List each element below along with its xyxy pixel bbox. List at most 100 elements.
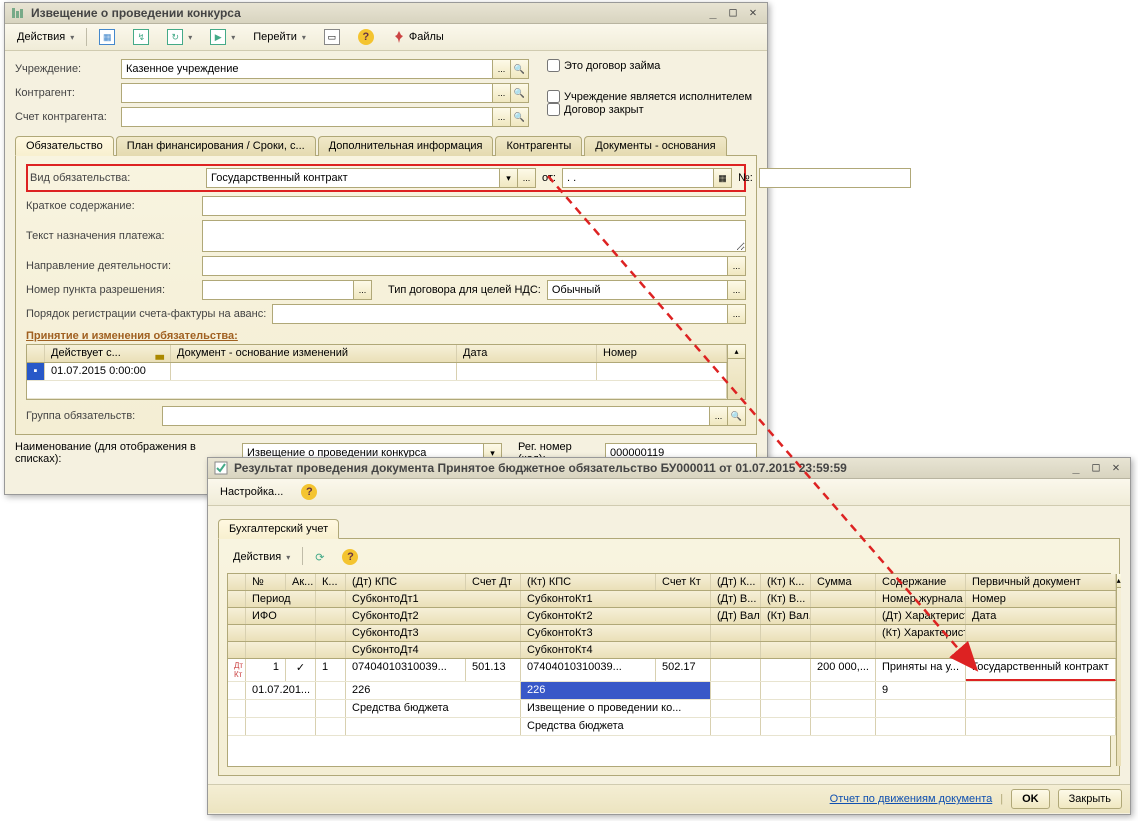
- nav-menu[interactable]: Перейти: [247, 29, 312, 45]
- th-num[interactable]: Номер: [966, 591, 1116, 607]
- th-dtv[interactable]: (Дт) В...: [711, 591, 761, 607]
- th-schkt[interactable]: Счет Кт: [656, 574, 711, 590]
- help-btn2[interactable]: ?: [295, 482, 323, 502]
- actions-menu2[interactable]: Действия: [227, 547, 296, 567]
- icon-btn-4[interactable]: ▶: [204, 27, 241, 47]
- th-ktk[interactable]: (Кт) К...: [761, 574, 811, 590]
- th-sdt3[interactable]: СубконтоДт3: [346, 625, 521, 641]
- contractor-select-btn[interactable]: ...: [493, 83, 511, 103]
- closed-checkbox[interactable]: [547, 103, 560, 116]
- th-num[interactable]: Номер: [597, 345, 727, 362]
- tab-obligation[interactable]: Обязательство: [15, 136, 114, 156]
- th-schdt[interactable]: Счет Дт: [466, 574, 521, 590]
- th-ifo[interactable]: ИФО: [246, 608, 316, 624]
- table-scrollbar[interactable]: ▴: [727, 345, 745, 399]
- tab-plan[interactable]: План финансирования / Сроки, с...: [116, 136, 316, 156]
- minimize-button2[interactable]: _: [1068, 461, 1084, 475]
- table-row[interactable]: ▪ 01.07.2015 0:00:00: [27, 363, 727, 381]
- acct-search-btn[interactable]: 🔍: [511, 107, 529, 127]
- from-input[interactable]: [562, 168, 714, 188]
- exec-checkbox[interactable]: [547, 90, 560, 103]
- help-btn3[interactable]: ?: [336, 547, 364, 567]
- dir-input[interactable]: [202, 256, 728, 276]
- help-btn[interactable]: ?: [352, 27, 380, 47]
- files-button[interactable]: Файлы: [386, 28, 450, 46]
- th-doc[interactable]: Первичный документ: [966, 574, 1116, 590]
- icon-btn-1[interactable]: ▦: [93, 27, 121, 47]
- grid-row[interactable]: Средства бюджета: [228, 718, 1116, 736]
- close-btn[interactable]: Закрыть: [1058, 789, 1122, 809]
- kind-input[interactable]: [206, 168, 500, 188]
- org-select-btn[interactable]: ...: [493, 59, 511, 79]
- close-button[interactable]: ✕: [745, 6, 761, 20]
- th-content[interactable]: Содержание: [876, 574, 966, 590]
- grid-row[interactable]: Средства бюджета Извещение о проведении …: [228, 700, 1116, 718]
- dir-select-btn[interactable]: ...: [728, 256, 746, 276]
- th-sum[interactable]: Сумма: [811, 574, 876, 590]
- tab-contractors[interactable]: Контрагенты: [495, 136, 582, 156]
- refresh-btn2[interactable]: ⟳: [309, 547, 330, 567]
- tab-docs[interactable]: Документы - основания: [584, 136, 726, 156]
- th-skt3[interactable]: СубконтоКт3: [521, 625, 711, 641]
- grid-scrollbar[interactable]: ▴: [1116, 574, 1121, 766]
- tab-extra[interactable]: Дополнительная информация: [318, 136, 494, 156]
- th-doc[interactable]: Документ - основание изменений: [171, 345, 457, 362]
- icon-btn-2[interactable]: ↯: [127, 27, 155, 47]
- th-dtchar[interactable]: (Дт) Характерист...: [876, 608, 966, 624]
- contractor-search-btn[interactable]: 🔍: [511, 83, 529, 103]
- org-search-btn[interactable]: 🔍: [511, 59, 529, 79]
- acct-select-btn[interactable]: ...: [493, 107, 511, 127]
- th-ktkps[interactable]: (Кт) КПС: [521, 574, 656, 590]
- report-link[interactable]: Отчет по движениям документа: [830, 793, 993, 805]
- grid-row[interactable]: 01.07.201... 226 226 9: [228, 682, 1116, 700]
- group-search-btn[interactable]: 🔍: [728, 406, 746, 426]
- tab-accounting[interactable]: Бухгалтерский учет: [218, 519, 339, 539]
- th-period[interactable]: Период: [246, 591, 316, 607]
- th-dtval[interactable]: (Дт) Вал. сумма: [711, 608, 761, 624]
- ok-button[interactable]: OK: [1011, 789, 1050, 809]
- invreg-input[interactable]: [272, 304, 728, 324]
- paytext-input[interactable]: [202, 220, 746, 252]
- icon-btn-5[interactable]: ▭: [318, 27, 346, 47]
- actions-menu[interactable]: Действия: [11, 29, 80, 45]
- th-sdt4[interactable]: СубконтоДт4: [346, 642, 521, 658]
- permnum-select-btn[interactable]: ...: [354, 280, 372, 300]
- th-date[interactable]: Дата: [457, 345, 597, 362]
- settings-button[interactable]: Настройка...: [214, 484, 289, 500]
- th-sdt1[interactable]: СубконтоДт1: [346, 591, 521, 607]
- invreg-select-btn[interactable]: ...: [728, 304, 746, 324]
- kind-select-btn[interactable]: ...: [518, 168, 536, 188]
- permnum-input[interactable]: [202, 280, 354, 300]
- group-input[interactable]: [162, 406, 710, 426]
- icon-btn-3[interactable]: ↻: [161, 27, 198, 47]
- th-dtkps[interactable]: (Дт) КПС: [346, 574, 466, 590]
- th-ktv[interactable]: (Кт) В...: [761, 591, 811, 607]
- num-input[interactable]: [759, 168, 911, 188]
- minimize-button[interactable]: _: [705, 6, 721, 20]
- from-cal-btn[interactable]: ▦: [714, 168, 732, 188]
- th-dtk[interactable]: (Дт) К...: [711, 574, 761, 590]
- maximize-button[interactable]: □: [725, 6, 741, 20]
- th-ak[interactable]: Ак...: [286, 574, 316, 590]
- contractor-input[interactable]: [121, 83, 493, 103]
- loan-checkbox[interactable]: [547, 59, 560, 72]
- brief-input[interactable]: [202, 196, 746, 216]
- th-ktchar[interactable]: (Кт) Характеристи...: [876, 625, 966, 641]
- grid-row[interactable]: ДтКт 1 ✓ 1 07404010310039... 501.13 0740…: [228, 659, 1116, 682]
- th-sdt2[interactable]: СубконтоДт2: [346, 608, 521, 624]
- th-skt1[interactable]: СубконтоКт1: [521, 591, 711, 607]
- th-from[interactable]: Действует с...▃: [45, 345, 171, 362]
- th-ktval[interactable]: (Кт) Вал. сумма: [761, 608, 811, 624]
- maximize-button2[interactable]: □: [1088, 461, 1104, 475]
- vat-input[interactable]: [547, 280, 728, 300]
- th-date[interactable]: Дата: [966, 608, 1116, 624]
- kind-dd-btn[interactable]: ▾: [500, 168, 518, 188]
- th-journal[interactable]: Номер журнала: [876, 591, 966, 607]
- acct-input[interactable]: [121, 107, 493, 127]
- th-k[interactable]: К...: [316, 574, 346, 590]
- close-button2[interactable]: ✕: [1108, 461, 1124, 475]
- th-skt2[interactable]: СубконтоКт2: [521, 608, 711, 624]
- group-select-btn[interactable]: ...: [710, 406, 728, 426]
- org-input[interactable]: [121, 59, 493, 79]
- th-n[interactable]: №: [246, 574, 286, 590]
